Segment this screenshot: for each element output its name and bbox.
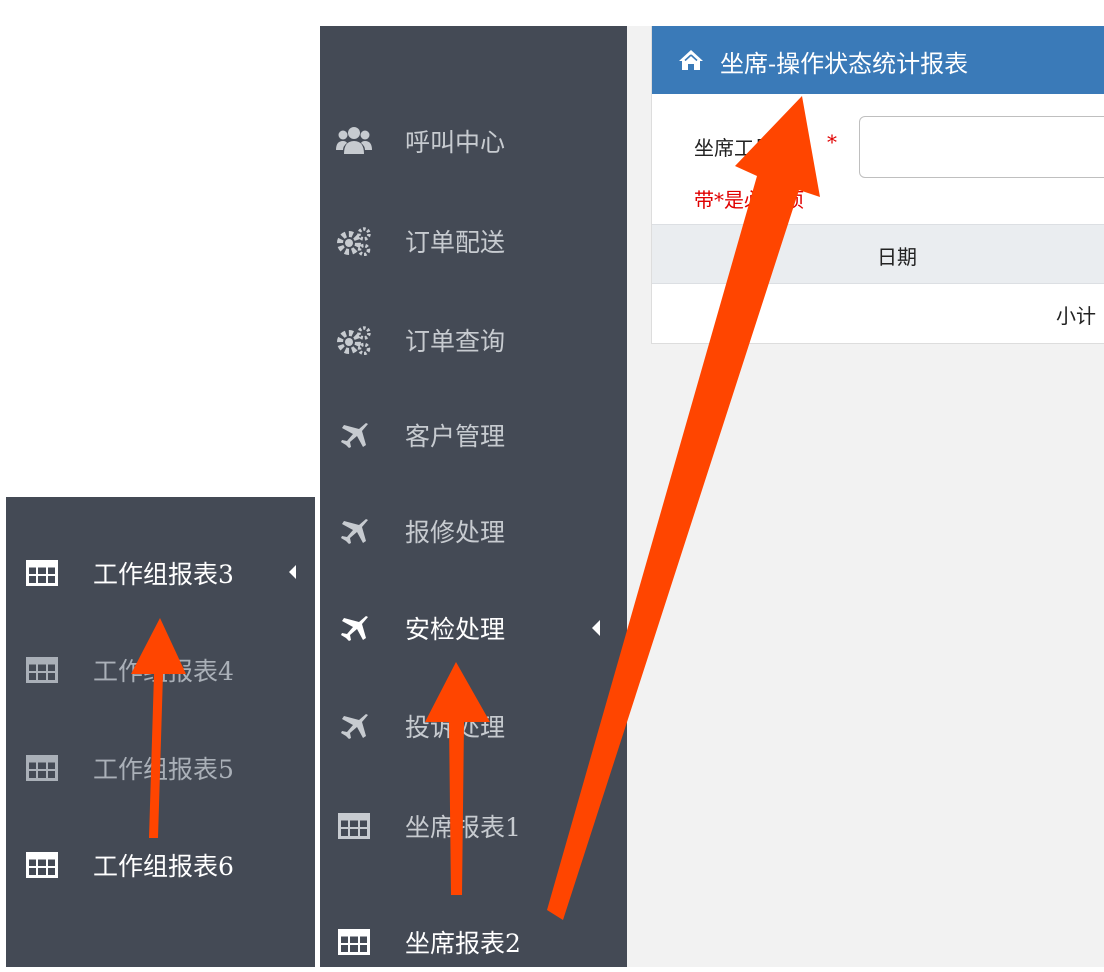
sidebar-item-repair[interactable]: 报修处理	[320, 501, 627, 561]
column-header-date: 日期	[877, 245, 917, 269]
plane-icon	[334, 709, 374, 743]
sidebar-item-seat-report-2[interactable]: 坐席报表2	[320, 912, 627, 972]
top-strip	[320, 0, 1104, 26]
sidebar-item-workgroup-report-4[interactable]: 工作组报表4	[6, 640, 315, 700]
required-star: *	[827, 130, 837, 154]
report-panel: 坐席-操作状态统计报表 坐席工号 * 带*是必填项 日期 小计	[651, 26, 1104, 344]
sidebar-sub: 工作组报表3 工作组报表4 工作组报表5 工作组报表6	[6, 497, 315, 967]
sidebar-item-call-center[interactable]: 呼叫中心	[320, 111, 627, 171]
plane-icon	[334, 611, 374, 645]
sidebar-item-label: 订单查询	[405, 327, 506, 356]
caret-left-icon	[592, 620, 600, 636]
sidebar-item-label: 安检处理	[405, 615, 506, 644]
sidebar-main: 呼叫中心 订单配送 订单查询 客户管理 报修处理 安检处理 投诉处理 坐席报表1…	[320, 26, 627, 967]
sidebar-item-workgroup-report-6[interactable]: 工作组报表6	[6, 835, 315, 895]
sidebar-item-label: 工作组报表4	[93, 657, 234, 686]
plane-icon	[334, 418, 374, 452]
plane-icon	[334, 514, 374, 548]
gears-icon	[334, 323, 374, 357]
caret-left-icon	[289, 565, 296, 579]
sidebar-item-order-delivery[interactable]: 订单配送	[320, 211, 627, 271]
table-icon	[24, 850, 60, 880]
sidebar-item-workgroup-report-3[interactable]: 工作组报表3	[6, 543, 315, 603]
table-icon	[24, 655, 60, 685]
sidebar-item-label: 工作组报表5	[93, 755, 234, 784]
sidebar-item-customer-management[interactable]: 客户管理	[320, 405, 627, 465]
sidebar-item-label: 客户管理	[405, 422, 506, 451]
sidebar-item-workgroup-report-5[interactable]: 工作组报表5	[6, 738, 315, 798]
sidebar-item-label: 坐席报表1	[405, 813, 521, 842]
page-title: 坐席-操作状态统计报表	[720, 50, 969, 78]
home-icon	[678, 49, 704, 71]
sidebar-item-label: 工作组报表3	[93, 560, 234, 589]
users-icon	[334, 124, 374, 158]
sidebar-item-label: 工作组报表6	[93, 852, 234, 881]
subtotal-cell: 小计	[1056, 304, 1096, 328]
sidebar-item-seat-report-1[interactable]: 坐席报表1	[320, 796, 627, 856]
sidebar-item-label: 报修处理	[405, 518, 506, 547]
required-note: 带*是必填项	[694, 188, 804, 212]
table-icon	[24, 558, 60, 588]
table-icon	[24, 753, 60, 783]
seat-number-label: 坐席工号	[694, 136, 774, 160]
table-icon	[334, 925, 374, 959]
sidebar-item-label: 订单配送	[405, 228, 506, 257]
content-area: 坐席-操作状态统计报表 坐席工号 * 带*是必填项 日期 小计	[627, 26, 1104, 967]
sidebar-item-order-query[interactable]: 订单查询	[320, 310, 627, 370]
table-icon	[334, 809, 374, 843]
gears-icon	[334, 224, 374, 258]
sidebar-item-complaint[interactable]: 投诉处理	[320, 696, 627, 756]
panel-header: 坐席-操作状态统计报表	[652, 26, 1104, 94]
table-header: 日期	[652, 224, 1104, 284]
sidebar-item-label: 投诉处理	[405, 713, 506, 742]
sidebar-item-label: 坐席报表2	[405, 929, 521, 958]
sidebar-item-security-check[interactable]: 安检处理	[320, 598, 627, 658]
sidebar-item-label: 呼叫中心	[405, 128, 506, 157]
seat-number-input[interactable]	[859, 116, 1104, 178]
table-row: 小计	[652, 284, 1104, 342]
